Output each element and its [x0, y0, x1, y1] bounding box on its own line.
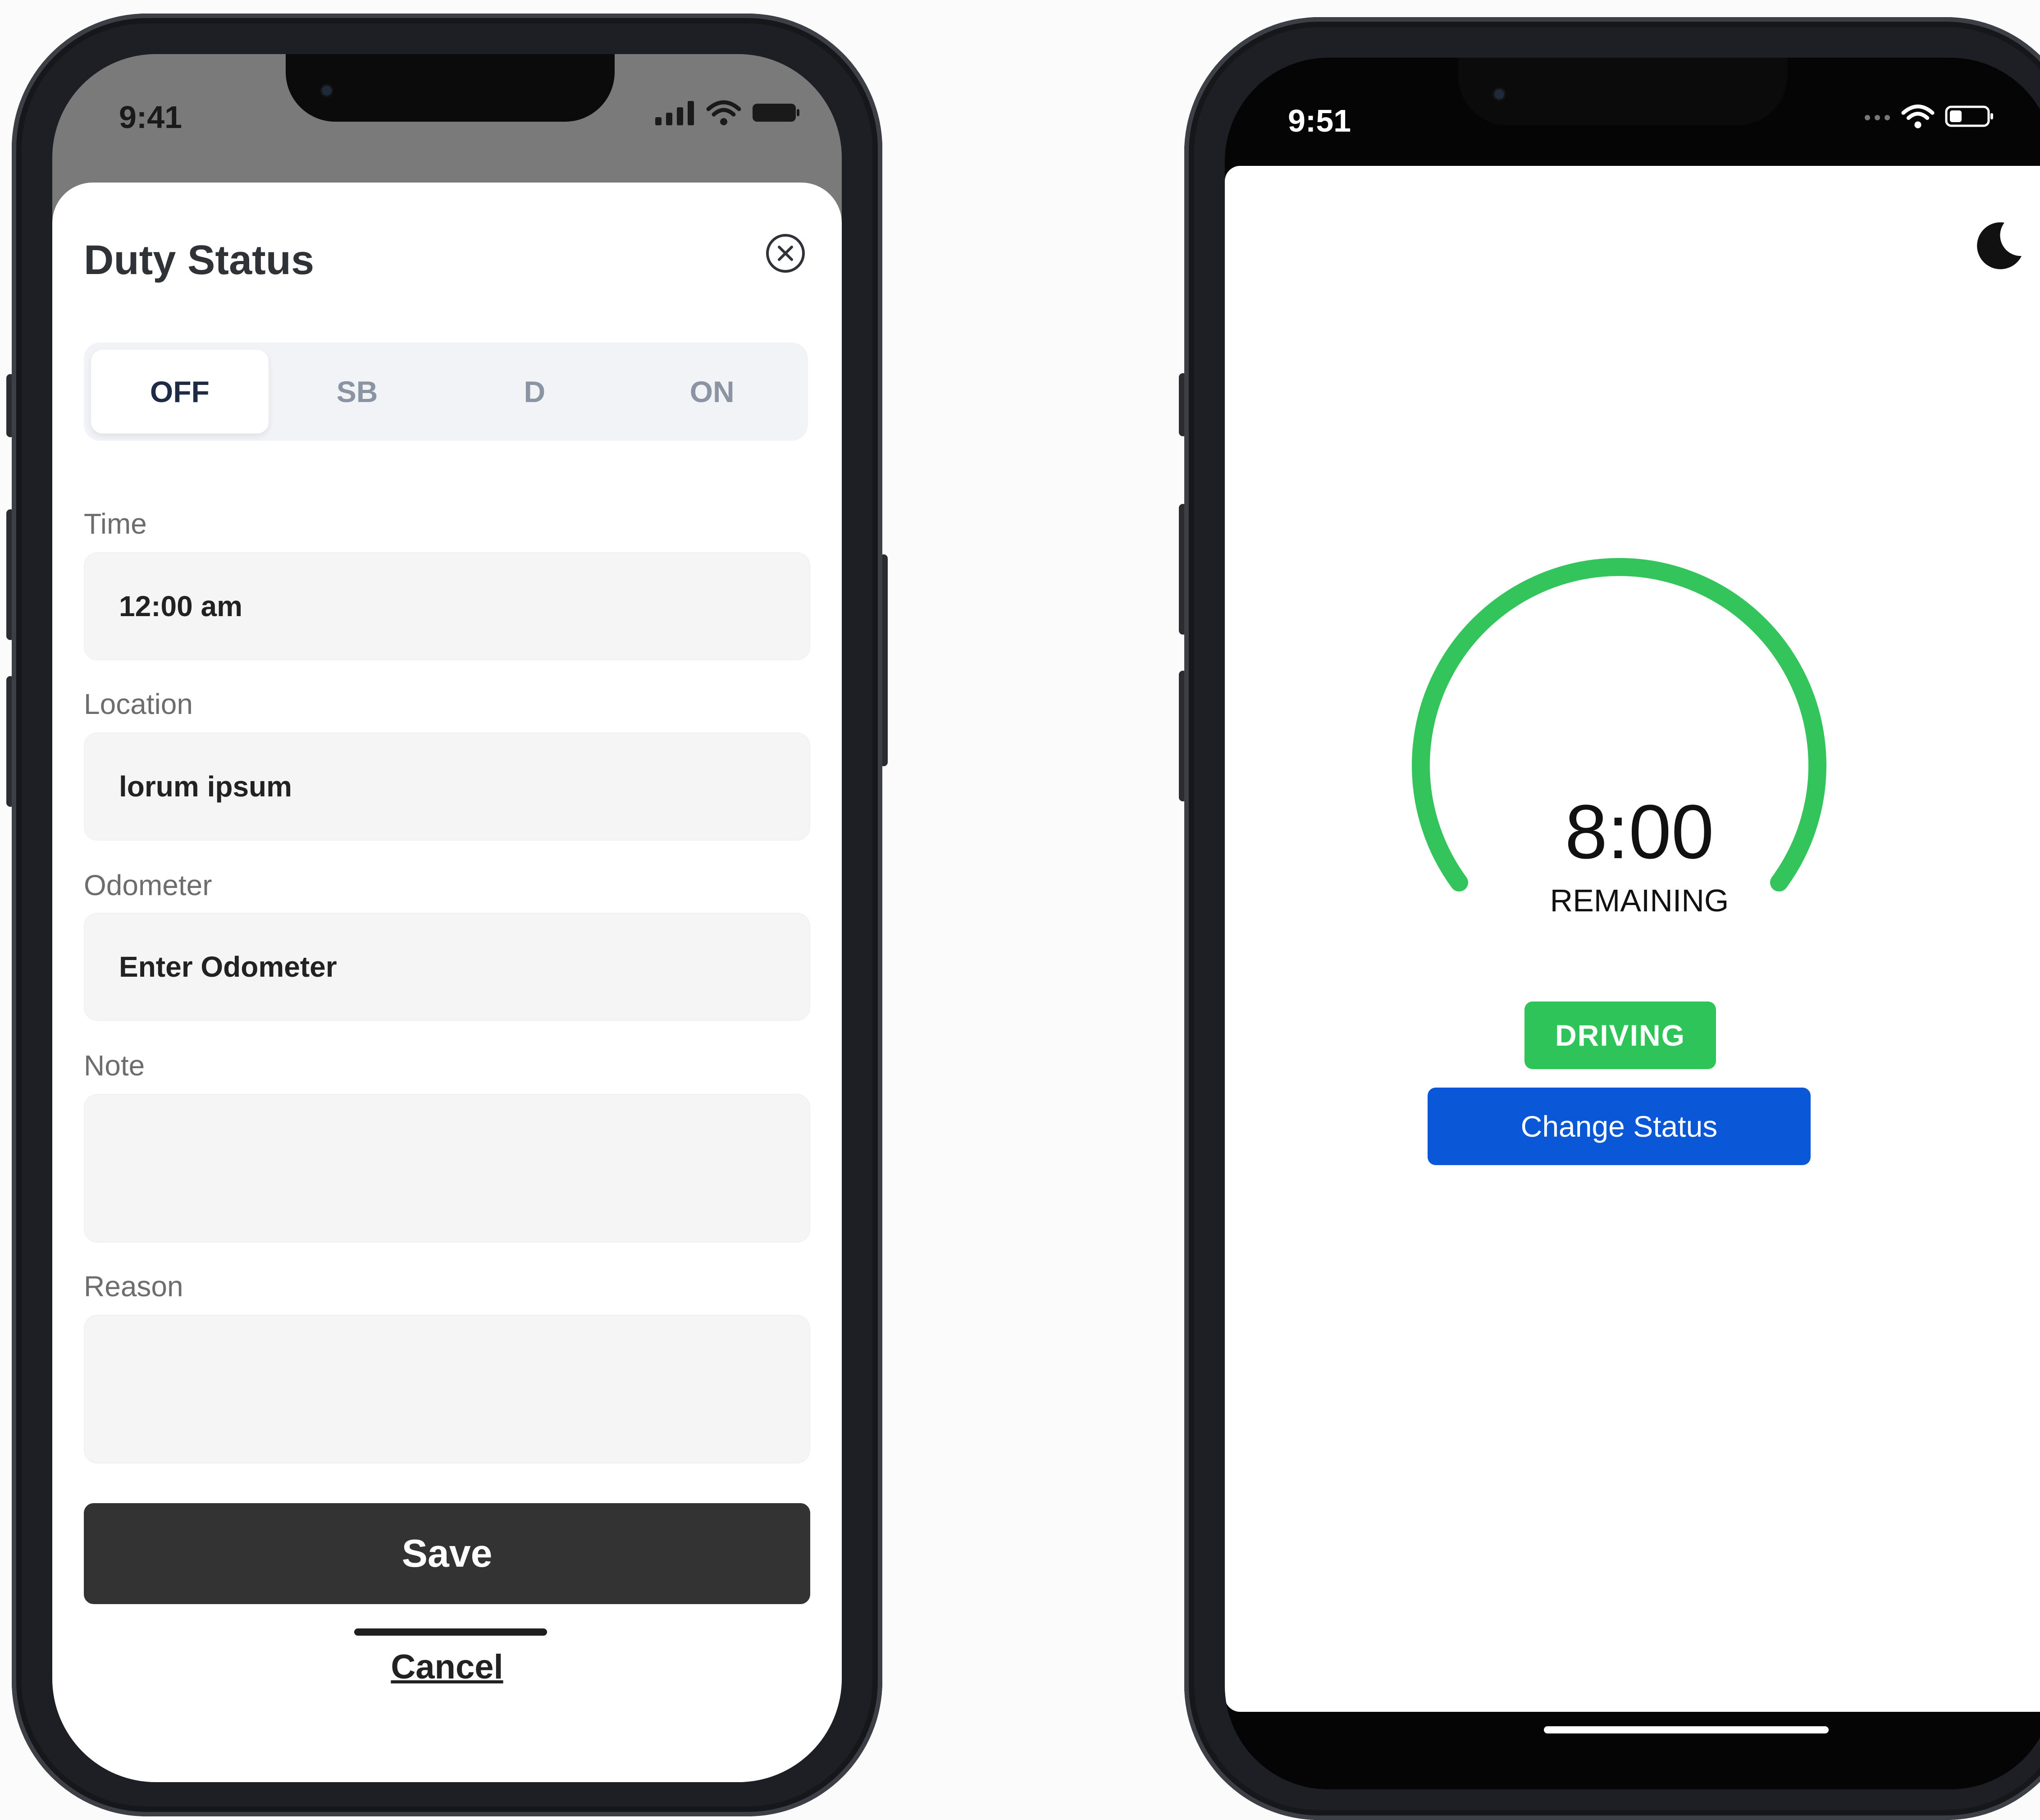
left-screen: 9:41 Duty Status OFF SB D ON Time 12:00 … [52, 54, 842, 1782]
location-field[interactable]: lorum ipsum [84, 732, 810, 841]
time-label: Time [84, 508, 147, 540]
front-camera [322, 86, 332, 96]
signal-dots-icon [1865, 115, 1890, 120]
home-indicator[interactable] [354, 1628, 547, 1636]
location-label: Location [84, 688, 193, 720]
close-icon[interactable] [765, 233, 806, 274]
time-remaining: 8:00 [1565, 789, 1714, 875]
segment-on[interactable]: ON [623, 350, 801, 434]
status-badge: DRIVING [1524, 1001, 1716, 1069]
main-content: 8:00 REMAINING DRIVING Change Status [1225, 166, 2040, 1712]
right-phone: 9:51 8:00 REMAINING DRIVING Change Statu… [1179, 17, 2040, 1820]
reason-label: Reason [84, 1270, 183, 1303]
remaining-caption: REMAINING [1550, 883, 1729, 918]
front-camera [1494, 89, 1504, 99]
note-field[interactable] [84, 1094, 810, 1243]
wifi-icon [1901, 105, 1935, 128]
time-value: 12:00 am [119, 590, 242, 622]
signal-bars-icon [655, 101, 694, 125]
save-button[interactable]: Save [84, 1503, 810, 1604]
moon-icon[interactable] [1971, 218, 2025, 272]
odometer-field[interactable]: Enter Odometer [84, 913, 810, 1021]
notch [1458, 58, 1787, 125]
cancel-button[interactable]: Cancel [52, 1647, 842, 1687]
right-screen: 9:51 8:00 REMAINING DRIVING Change Statu… [1225, 58, 2040, 1789]
sheet-title: Duty Status [84, 237, 315, 283]
segment-d[interactable]: D [446, 350, 624, 434]
duty-status-segmented-control: OFF SB D ON [84, 343, 808, 441]
location-value: lorum ipsum [119, 770, 292, 803]
time-field[interactable]: 12:00 am [84, 552, 810, 660]
wifi-icon [706, 100, 741, 125]
left-phone: 9:41 Duty Status OFF SB D ON Time 12:00 … [6, 14, 888, 1816]
status-time: 9:51 [1288, 103, 1351, 138]
status-icons [654, 95, 801, 131]
home-indicator[interactable] [1544, 1726, 1829, 1733]
odometer-label: Odometer [84, 869, 212, 901]
reason-field[interactable] [84, 1315, 810, 1463]
duty-status-sheet: Duty Status OFF SB D ON Time 12:00 am Lo… [52, 183, 842, 1782]
note-label: Note [84, 1049, 145, 1082]
odometer-placeholder: Enter Odometer [119, 951, 337, 983]
status-icons [1864, 98, 1995, 134]
segment-off[interactable]: OFF [91, 350, 269, 434]
notch [286, 54, 615, 122]
battery-full-icon [753, 104, 799, 122]
battery-low-icon [1945, 105, 1993, 127]
status-time: 9:41 [119, 100, 183, 135]
change-status-button[interactable]: Change Status [1428, 1088, 1811, 1165]
segment-sb[interactable]: SB [269, 350, 446, 434]
